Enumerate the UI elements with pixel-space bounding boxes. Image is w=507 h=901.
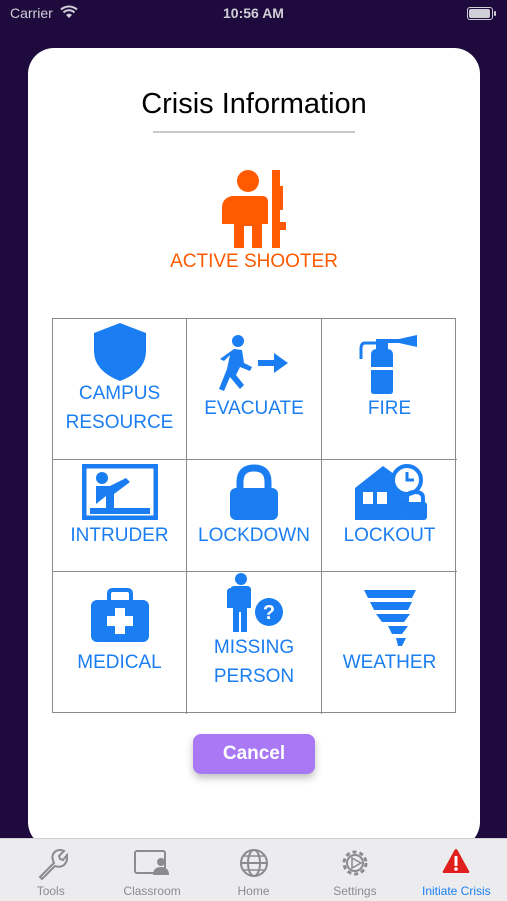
option-label: INTRUDER: [70, 525, 169, 546]
option-intruder[interactable]: INTRUDER: [53, 460, 187, 572]
tab-label: Classroom: [123, 884, 181, 898]
option-fire[interactable]: FIRE: [322, 319, 457, 460]
classroom-icon: [134, 850, 170, 875]
crisis-options-grid: CAMPUS RESOURCE EVACUATE FIRE INTRUDER L…: [52, 318, 457, 714]
evacuate-icon: [219, 335, 288, 391]
option-label-line2: RESOURCE: [65, 412, 174, 433]
option-lockdown[interactable]: LOCKDOWN: [187, 460, 322, 572]
lock-icon: [230, 464, 278, 520]
title-divider: [153, 131, 355, 133]
fire-extinguisher-icon: [359, 335, 417, 394]
tab-classroom[interactable]: Classroom: [101, 839, 202, 901]
option-lockout[interactable]: LOCKOUT: [322, 460, 457, 572]
option-label: WEATHER: [342, 652, 437, 673]
alert-triangle-icon: [442, 849, 470, 873]
lockout-building-icon: [354, 464, 427, 520]
option-medical[interactable]: MEDICAL: [53, 572, 187, 714]
option-campus-resource[interactable]: CAMPUS RESOURCE: [53, 319, 187, 460]
status-bar: Carrier 10:56 AM: [0, 0, 507, 28]
tab-home[interactable]: Home: [203, 839, 304, 901]
svg-text:?: ?: [263, 602, 275, 624]
shield-icon: [93, 323, 146, 381]
modal-title: Crisis Information: [141, 88, 367, 120]
option-label: LOCKOUT: [343, 525, 436, 546]
tab-label: Initiate Crisis: [421, 884, 491, 898]
option-label: FIRE: [367, 398, 412, 419]
clock-time: 10:56 AM: [223, 5, 284, 21]
option-label: EVACUATE: [204, 398, 304, 419]
tab-label: Home: [237, 884, 270, 898]
intruder-icon: [81, 464, 158, 520]
tab-settings[interactable]: Settings: [304, 839, 405, 901]
option-label-line1: MISSING: [213, 637, 295, 658]
tab-label: Settings: [333, 884, 377, 898]
option-weather[interactable]: WEATHER: [322, 572, 457, 714]
missing-person-icon: ?: [227, 573, 283, 632]
medical-kit-icon: [90, 588, 149, 642]
option-label: LOCKDOWN: [198, 525, 310, 546]
option-missing-person[interactable]: ? MISSING PERSON: [187, 572, 322, 714]
active-crisis-label: ACTIVE SHOOTER: [170, 251, 338, 272]
option-evacuate[interactable]: EVACUATE: [187, 319, 322, 460]
gear-icon: [342, 850, 368, 876]
option-label-line2: PERSON: [213, 666, 295, 687]
tornado-icon: [363, 590, 416, 646]
battery-icon: [467, 7, 496, 20]
active-shooter-icon: [222, 170, 286, 248]
tab-label: Tools: [36, 884, 65, 898]
tab-initiate-crisis[interactable]: Initiate Crisis: [406, 839, 507, 901]
wrench-icon: [38, 849, 68, 881]
crisis-information-modal: Crisis Information ACTIVE SHOOTER CAMPUS…: [28, 48, 480, 848]
tab-bar: Tools Classroom Home Settings Initiate C…: [0, 838, 507, 901]
cancel-button[interactable]: Cancel: [193, 734, 315, 774]
globe-icon: [239, 849, 268, 877]
tab-tools[interactable]: Tools: [0, 839, 101, 901]
option-label-line1: CAMPUS: [78, 383, 161, 404]
option-label: MEDICAL: [77, 652, 162, 673]
